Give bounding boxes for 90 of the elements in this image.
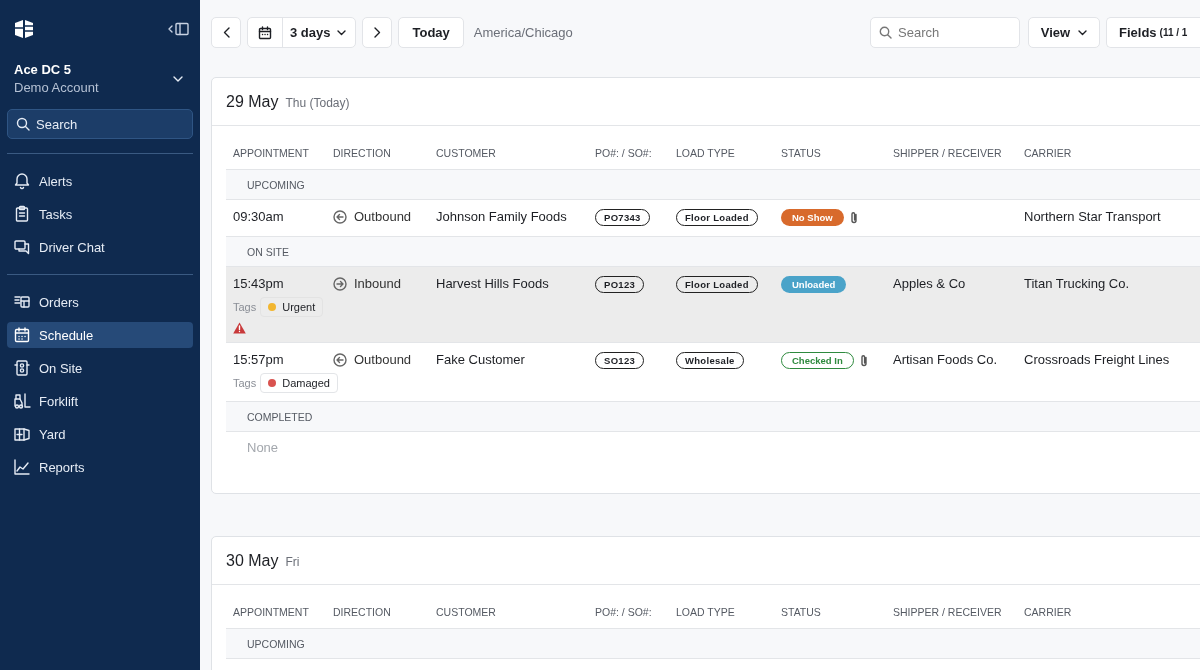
column-header: STATUS	[781, 606, 822, 618]
day-date: 30 May	[226, 551, 279, 570]
nav-item[interactable]: Alerts	[7, 168, 193, 194]
chevron-right-icon	[374, 27, 381, 38]
column-header: LOAD TYPE	[676, 147, 736, 159]
bell-icon	[13, 172, 31, 190]
clipboard-icon	[13, 205, 31, 223]
column-header: APPOINTMENT	[232, 147, 310, 159]
nav-item[interactable]: Driver Chat	[7, 234, 193, 260]
customer-name: Harvest Hills Foods	[436, 276, 549, 292]
receipt-icon	[13, 293, 31, 311]
nav-item[interactable]: Yard	[7, 421, 193, 447]
direction-text: Outbound	[354, 209, 412, 225]
column-header: STATUS	[781, 147, 822, 159]
day-date: 29 May	[226, 92, 279, 111]
timezone-label: America/Chicago	[473, 25, 573, 40]
tags-label: Tags	[233, 300, 257, 315]
door-icon	[13, 359, 31, 377]
date-range-control[interactable]: 3 days	[247, 17, 357, 48]
chevron-down-icon	[173, 75, 183, 82]
appointment-row[interactable]: 15:43pm Tags Urgent Inbound Harvest Hills Foods PO123 Floor Loaded Unloaded Apples & Co Titan Trucking Co.	[226, 267, 1200, 343]
status-badge: Checked In	[781, 352, 854, 369]
range-dropdown[interactable]: 3 days	[283, 18, 356, 47]
group-label: ON SITE	[247, 245, 289, 258]
customer-name: Johnson Family Foods	[436, 209, 567, 225]
previous-button[interactable]	[211, 17, 241, 48]
tag-chip[interactable]: Damaged	[260, 373, 338, 393]
column-header: DIRECTION	[333, 147, 392, 159]
shipper-name: Artisan Foods Co.	[893, 352, 998, 368]
forklift-icon	[13, 392, 31, 410]
customer-name: Fake Customer	[436, 352, 525, 368]
nav-item[interactable]: Reports	[7, 454, 193, 480]
status-badge: Unloaded	[781, 276, 847, 293]
calendar-icon	[258, 25, 272, 40]
group-label: COMPLETED	[247, 410, 313, 423]
account-name: Ace DC 5	[14, 62, 73, 77]
carrier-name: Northern Star Transport	[1024, 209, 1161, 225]
next-button[interactable]	[362, 17, 393, 48]
search-field[interactable]: Search	[870, 17, 1020, 48]
fields-button[interactable]: Fields (11 / 1	[1106, 17, 1200, 48]
column-header: PO#: / SO#:	[595, 147, 653, 159]
group-label: UPCOMING	[247, 178, 305, 191]
direction-text: Outbound	[354, 352, 412, 368]
column-header: LOAD TYPE	[676, 606, 736, 618]
account-subtitle: Demo Account	[14, 80, 99, 95]
nav-item[interactable]: Forklift	[7, 388, 193, 414]
group-label: UPCOMING	[247, 637, 305, 650]
direction-text: Inbound	[354, 276, 401, 292]
day-weekday: Fri	[285, 555, 300, 569]
empty-text: None	[247, 440, 279, 455]
column-header: SHIPPER / RECEIVER	[893, 606, 1003, 618]
carrier-name: Titan Trucking Co.	[1024, 276, 1129, 292]
column-header: CUSTOMER	[436, 606, 497, 618]
column-header: DIRECTION	[333, 606, 392, 618]
nav-item[interactable]: Schedule	[7, 322, 193, 348]
today-button[interactable]: Today	[398, 17, 464, 48]
shipper-name: Apples & Co	[893, 276, 966, 292]
column-header: PO#: / SO#:	[595, 606, 653, 618]
view-dropdown[interactable]: View	[1028, 17, 1100, 48]
status-badge: No Show	[781, 209, 844, 226]
nav-item[interactable]: Tasks	[7, 201, 193, 227]
nav-item[interactable]: Orders	[7, 289, 193, 315]
arrow-left-circle-icon	[333, 353, 347, 367]
building-icon	[13, 425, 31, 443]
column-header: CUSTOMER	[436, 147, 497, 159]
arrow-left-circle-icon	[333, 210, 347, 224]
sidebar-search-field[interactable]: Search	[7, 109, 193, 139]
chat-icon	[13, 238, 31, 256]
logo-icon	[13, 18, 35, 40]
chart-icon	[13, 458, 31, 476]
column-header: APPOINTMENT	[232, 606, 310, 618]
account-switcher[interactable]: Ace DC 5 Demo Account	[7, 62, 193, 95]
nav-item[interactable]: On Site	[7, 355, 193, 381]
appointment-time: 09:30am	[233, 209, 284, 225]
appointment-time: 15:57pm	[233, 352, 284, 368]
collapse-sidebar-button[interactable]	[167, 22, 189, 36]
column-header: CARRIER	[1024, 606, 1073, 618]
column-header: CARRIER	[1024, 147, 1073, 159]
column-header: SHIPPER / RECEIVER	[893, 147, 1003, 159]
chevron-down-icon	[1078, 29, 1088, 36]
appointment-time: 15:43pm	[233, 276, 284, 292]
calendar-icon	[13, 326, 31, 344]
day-weekday: Thu (Today)	[285, 96, 350, 110]
tag-chip[interactable]: Urgent	[260, 297, 324, 317]
tags-label: Tags	[233, 376, 257, 391]
carrier-name: Crossroads Freight Lines	[1024, 352, 1170, 368]
arrow-right-circle-icon	[333, 277, 347, 291]
chevron-down-icon	[337, 29, 347, 36]
sidebar-toggle-icon	[167, 22, 189, 36]
chevron-left-icon	[222, 27, 230, 38]
